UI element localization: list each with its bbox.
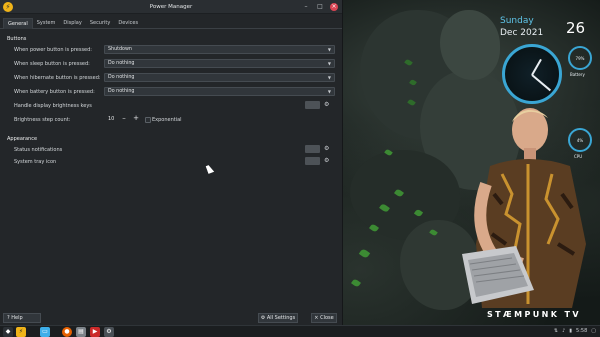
tab-display[interactable]: Display [59,18,85,29]
window-titlebar[interactable]: ⚡ Power Manager – □ × [0,0,342,14]
clock-hour-hand [531,58,542,76]
gear-icon[interactable]: ⚙ [324,158,330,164]
battery-label: Battery [570,72,585,77]
tab-bar: General System Display Security Devices [0,18,342,29]
help-icon: ? [7,315,10,321]
system-tray-icon-label: System tray icon [14,159,57,165]
brightness-step-decrement[interactable]: – [120,115,128,123]
brightness-step-increment[interactable]: + [132,115,140,123]
window-title: Power Manager [149,4,193,10]
brightness-keys-label: Handle display brightness keys [14,103,92,109]
buttons-section-title: Buttons [7,36,27,42]
settings-icon: ⚙ [260,315,266,321]
brightness-keys-toggle[interactable] [305,101,320,109]
battery-percent: 79% [575,56,585,61]
status-notifications-label: Status notifications [14,147,63,153]
sleep-button-value: Do nothing [108,61,135,66]
close-icon[interactable]: × [330,3,338,11]
settings-app-icon[interactable]: ⚙ [104,327,114,337]
help-label: Help [11,315,23,321]
chevron-down-icon: ▼ [327,47,331,52]
power-button-label: When power button is pressed: [14,47,92,53]
tab-security[interactable]: Security [86,18,115,29]
close-button[interactable]: × Close [311,313,337,323]
all-settings-label: All Settings [266,315,296,321]
tab-devices[interactable]: Devices [114,18,142,29]
channel-watermark: STÆMPUNK TV [487,310,581,319]
system-tray: ⇅ ♪ ▮ 5:58 ▢ [554,328,596,334]
minimize-icon[interactable]: – [302,3,310,11]
all-settings-button[interactable]: ⚙ All Settings [258,313,298,323]
help-button[interactable]: ? Help [3,313,41,323]
close-label: Close [320,315,334,321]
sleep-button-label: When sleep button is pressed: [14,61,90,67]
leaf [358,248,371,259]
close-icon: × [314,315,319,321]
power-manager-task-icon[interactable]: ⚡ [16,327,26,337]
dialog-button-bar: ? Help ⚙ All Settings × Close [0,312,342,324]
exponential-label: Exponential [152,117,182,123]
sleep-button-select[interactable]: Do nothing ▼ [104,59,335,68]
power-manager-window: ⚡ Power Manager – □ × General System Dis… [0,0,343,325]
window-controls: – □ × [302,3,338,11]
gear-icon[interactable]: ⚙ [324,102,330,108]
chevron-down-icon: ▼ [327,75,331,80]
app-launcher-icon[interactable]: ◆ [3,327,13,337]
rock [440,10,500,80]
battery-icon[interactable]: ▮ [569,328,572,334]
power-button-select[interactable]: Shutdown ▼ [104,45,335,54]
volume-icon[interactable]: ♪ [562,328,565,334]
leaf [351,278,361,288]
exponential-checkbox[interactable] [145,117,151,123]
tab-general[interactable]: General [3,18,33,29]
terminal-icon[interactable]: ▭ [40,327,50,337]
battery-button-value: Do nothing [108,89,135,94]
power-button-value: Shutdown [108,47,132,52]
status-notifications-toggle[interactable] [305,145,320,153]
hibernate-button-value: Do nothing [108,75,135,80]
show-desktop-icon[interactable]: ▢ [591,328,596,334]
hibernate-button-label: When hibernate button is pressed: [14,75,101,81]
clock-minute-hand [531,74,552,92]
battery-button-label: When battery button is pressed: [14,89,95,95]
battery-gauge: 79% [568,46,592,70]
network-icon[interactable]: ⇅ [554,328,558,334]
media-icon[interactable]: ▶ [90,327,100,337]
maximize-icon[interactable]: □ [316,3,324,11]
gear-icon[interactable]: ⚙ [324,146,330,152]
appearance-section-title: Appearance [7,136,38,142]
analog-clock [502,44,562,104]
brightness-step-value[interactable]: 10 [108,116,114,122]
conky-date: 26 [566,19,586,37]
brightness-step-label: Brightness step count: [14,117,71,123]
battery-button-select[interactable]: Do nothing ▼ [104,87,335,96]
conky-month-year: Dec 2021 [500,28,544,38]
taskbar-clock[interactable]: 5:58 [576,328,587,334]
tab-system[interactable]: System [33,18,60,29]
chevron-down-icon: ▼ [327,61,331,66]
taskbar: ◆ ⚡ ▭ ● ▤ ▶ ⚙ ⇅ ♪ ▮ 5:58 ▢ [0,325,600,337]
hibernate-button-select[interactable]: Do nothing ▼ [104,73,335,82]
files-icon[interactable]: ▤ [76,327,86,337]
system-tray-icon-toggle[interactable] [305,157,320,165]
webcam-person [462,108,586,308]
chevron-down-icon: ▼ [327,89,331,94]
conky-day: Sunday [500,16,534,26]
firefox-icon[interactable]: ● [62,327,72,337]
